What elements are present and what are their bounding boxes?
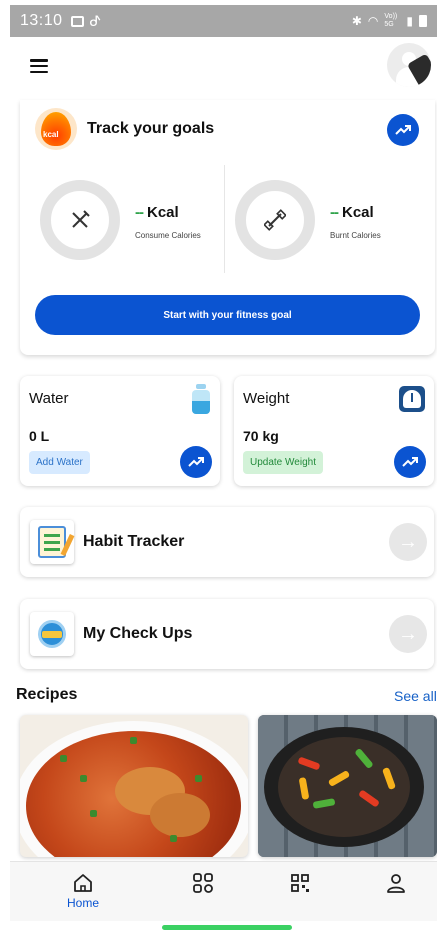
phone-icon: ᕷ — [89, 12, 102, 29]
bottom-navigation: Home — [10, 861, 437, 921]
habit-tracker-card[interactable]: Habit Tracker → — [20, 507, 434, 577]
water-value: 0 L — [29, 428, 50, 444]
dumbbell-icon — [264, 209, 286, 231]
weight-scale-icon — [399, 386, 425, 412]
burnt-calories-label: Burnt Calories — [330, 231, 381, 240]
app-header — [10, 37, 437, 99]
trending-up-icon — [402, 457, 418, 467]
check-ups-card[interactable]: My Check Ups → — [20, 599, 434, 669]
trending-up-icon — [395, 125, 411, 135]
qr-code-icon — [291, 874, 309, 892]
track-goals-card: kcal Track your goals -- Kcal Consume Cal… — [20, 100, 435, 355]
water-title: Water — [29, 390, 69, 407]
burnt-calories-ring — [235, 180, 315, 260]
herb — [195, 775, 202, 782]
weight-trend-button[interactable] — [394, 446, 426, 478]
nav-home-label: Home — [66, 896, 99, 910]
burnt-calories-value: -- Kcal — [330, 204, 374, 221]
divider — [224, 165, 225, 273]
check-ups-title: My Check Ups — [83, 625, 193, 642]
arrow-right-icon: → — [398, 622, 418, 645]
weight-value: 70 kg — [243, 428, 279, 444]
herb — [90, 810, 97, 817]
kcal-flame-icon: kcal — [35, 108, 77, 150]
update-weight-button[interactable]: Update Weight — [243, 451, 323, 474]
nav-qr-scan[interactable] — [270, 872, 330, 894]
kcal-icon-label: kcal — [43, 130, 59, 139]
water-bottle-icon — [190, 384, 212, 414]
nav-profile[interactable] — [366, 872, 426, 894]
weight-title: Weight — [243, 390, 290, 407]
goals-title: Track your goals — [87, 120, 215, 137]
wifi-icon: ◠ — [367, 14, 379, 28]
user-icon — [387, 874, 405, 893]
status-bar: 13:10 ᕷ ✱ ◠ Vo)) 5G ▮ — [10, 5, 437, 37]
start-fitness-goal-button[interactable]: Start with your fitness goal — [35, 295, 420, 335]
herb — [130, 737, 137, 744]
signal-icon: ▮ — [406, 14, 413, 28]
bluetooth-icon: ✱ — [351, 14, 362, 28]
goals-trend-button[interactable] — [387, 114, 419, 146]
recipe-card-curry[interactable] — [20, 715, 248, 857]
measuring-tape-icon — [30, 612, 74, 656]
see-all-link[interactable]: See all — [394, 688, 437, 704]
avatar[interactable] — [387, 43, 431, 87]
check-ups-arrow-button[interactable]: → — [389, 615, 427, 653]
home-icon — [74, 874, 92, 892]
herb — [60, 755, 67, 762]
menu-icon[interactable] — [30, 59, 48, 73]
arrow-right-icon: → — [398, 530, 418, 553]
fork-knife-icon — [72, 210, 90, 228]
nav-dashboard[interactable] — [173, 872, 233, 894]
water-trend-button[interactable] — [180, 446, 212, 478]
water-card[interactable]: Water 0 L Add Water — [20, 376, 220, 486]
habit-tracker-title: Habit Tracker — [83, 533, 185, 550]
habit-tracker-arrow-button[interactable]: → — [389, 523, 427, 561]
gallery-icon — [70, 15, 84, 27]
recipes-heading: Recipes — [16, 686, 78, 703]
weight-card[interactable]: Weight 70 kg Update Weight — [234, 376, 434, 486]
curry-piece — [150, 793, 210, 837]
status-right-icons: ✱ ◠ Vo)) 5G ▮ — [352, 13, 427, 29]
nav-home[interactable]: Home — [53, 872, 113, 910]
network-label: Vo)) 5G — [384, 13, 398, 28]
checklist-icon — [30, 520, 75, 564]
consumed-calories-ring — [40, 180, 120, 260]
battery-icon — [419, 15, 427, 27]
status-time: 13:10 — [20, 12, 63, 29]
herb — [80, 775, 87, 782]
consumed-calories-value: -- Kcal — [135, 204, 179, 221]
herb — [170, 835, 177, 842]
home-indicator — [162, 925, 292, 930]
trending-up-icon — [188, 457, 204, 467]
grid-icon — [193, 873, 213, 893]
add-water-button[interactable]: Add Water — [29, 451, 90, 474]
status-left-icons: ᕷ — [70, 12, 102, 30]
consumed-calories-label: Consume Calories — [135, 231, 201, 240]
recipe-card-stir-fry[interactable] — [258, 715, 437, 857]
